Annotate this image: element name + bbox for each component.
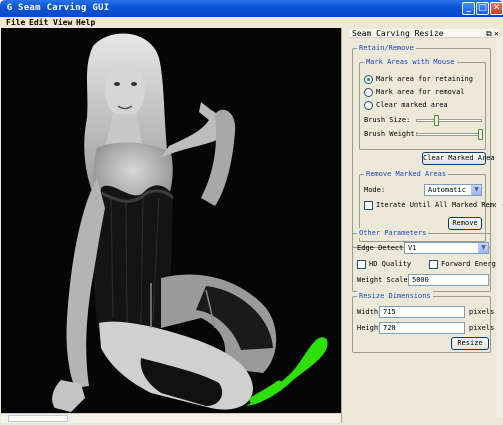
edge-detector-select[interactable]: V1 ▼ xyxy=(404,242,489,254)
hd-quality-label: HD Quality xyxy=(369,260,412,268)
brush-weight-label: Brush Weight: xyxy=(364,130,419,138)
menu-view[interactable]: View xyxy=(53,17,72,28)
mark-areas-group: Mark Areas with Mouse Mark area for reta… xyxy=(359,57,486,150)
retain-remove-legend: Retain/Remove xyxy=(357,43,416,53)
radio-clear-marked[interactable] xyxy=(364,101,373,110)
width-unit: pixels xyxy=(469,308,495,316)
resize-button[interactable]: Resize xyxy=(451,337,489,350)
iterate-checkbox[interactable] xyxy=(364,201,373,210)
close-icon: ✕ xyxy=(492,3,501,13)
chevron-down-icon[interactable]: ▼ xyxy=(478,243,488,253)
mode-label: Mode: xyxy=(364,186,386,194)
other-parameters-group: Other Parameters Edge Detector: V1 ▼ HD … xyxy=(352,228,500,292)
remove-button[interactable]: Remove xyxy=(448,217,482,230)
window-title: Seam Carving GUI xyxy=(18,3,110,13)
forward-energy-checkbox[interactable] xyxy=(429,260,438,269)
forward-energy-label: Forward Energy xyxy=(441,260,501,268)
height-value: 720 xyxy=(383,324,396,332)
horizontal-scrollbar[interactable] xyxy=(1,413,341,423)
panel-scrollbar[interactable] xyxy=(496,37,502,417)
radio-mark-retain[interactable] xyxy=(364,75,373,84)
menu-file[interactable]: File xyxy=(6,17,25,28)
resize-dimensions-group: Resize Dimensions Width: 715 pixels Heig… xyxy=(352,291,495,353)
title-bar: G Seam Carving GUI _ □ ✕ xyxy=(0,0,503,17)
brush-size-slider-thumb[interactable] xyxy=(434,115,439,126)
radio-mark-removal[interactable] xyxy=(364,88,373,97)
image-canvas[interactable] xyxy=(1,28,341,413)
brush-weight-slider-thumb[interactable] xyxy=(478,129,483,140)
undock-icon[interactable]: ⧉ xyxy=(486,29,492,38)
height-input[interactable]: 720 xyxy=(379,322,465,334)
width-input[interactable]: 715 xyxy=(379,306,465,318)
weight-scale-label: Weight Scale: xyxy=(357,276,412,284)
iterate-checkbox-label: Iterate Until All Marked Removed xyxy=(376,201,503,209)
other-parameters-legend: Other Parameters xyxy=(357,228,429,238)
app-icon: G xyxy=(6,3,13,13)
maximize-icon: □ xyxy=(478,3,487,13)
brush-size-label: Brush Size: xyxy=(364,116,411,124)
resize-dimensions-legend: Resize Dimensions xyxy=(357,291,433,301)
retain-remove-group: Retain/Remove Mark Areas with Mouse Mark… xyxy=(352,43,503,248)
mode-select-value: Automatic xyxy=(428,186,466,194)
scrollbar-thumb[interactable] xyxy=(8,415,68,422)
panel-header: Seam Carving Resize ⧉ ✕ xyxy=(349,29,499,38)
photo xyxy=(1,28,341,413)
hd-quality-checkbox[interactable] xyxy=(357,260,366,269)
clear-marked-area-button[interactable]: Clear Marked Area xyxy=(422,152,495,165)
mode-select[interactable]: Automatic ▼ xyxy=(424,184,482,196)
menu-help[interactable]: Help xyxy=(76,17,95,28)
radio-clear-marked-label: Clear marked area xyxy=(376,101,448,109)
panel-title: Seam Carving Resize xyxy=(352,29,444,38)
edge-detector-value: V1 xyxy=(408,244,417,252)
height-unit: pixels xyxy=(469,324,495,332)
brush-weight-slider[interactable] xyxy=(416,133,482,136)
radio-mark-retain-label: Mark area for retaining xyxy=(376,75,473,83)
maximize-button[interactable]: □ xyxy=(476,2,489,15)
weight-scale-input[interactable]: 5000 xyxy=(408,274,489,286)
brush-size-slider[interactable] xyxy=(416,119,482,122)
radio-mark-removal-label: Mark area for removal xyxy=(376,88,465,96)
menu-bar: File Edit View Help xyxy=(0,17,503,28)
width-value: 715 xyxy=(383,308,396,316)
mark-areas-legend: Mark Areas with Mouse xyxy=(364,57,457,67)
weight-scale-value: 5000 xyxy=(412,276,429,284)
chevron-down-icon[interactable]: ▼ xyxy=(471,185,481,195)
menu-edit[interactable]: Edit xyxy=(29,17,48,28)
close-button[interactable]: ✕ xyxy=(490,2,503,15)
resize-panel: Seam Carving Resize ⧉ ✕ Retain/Remove Ma… xyxy=(347,28,503,423)
minimize-icon: _ xyxy=(466,3,471,13)
remove-marked-legend: Remove Marked Areas xyxy=(364,169,449,179)
minimize-button[interactable]: _ xyxy=(462,2,475,15)
